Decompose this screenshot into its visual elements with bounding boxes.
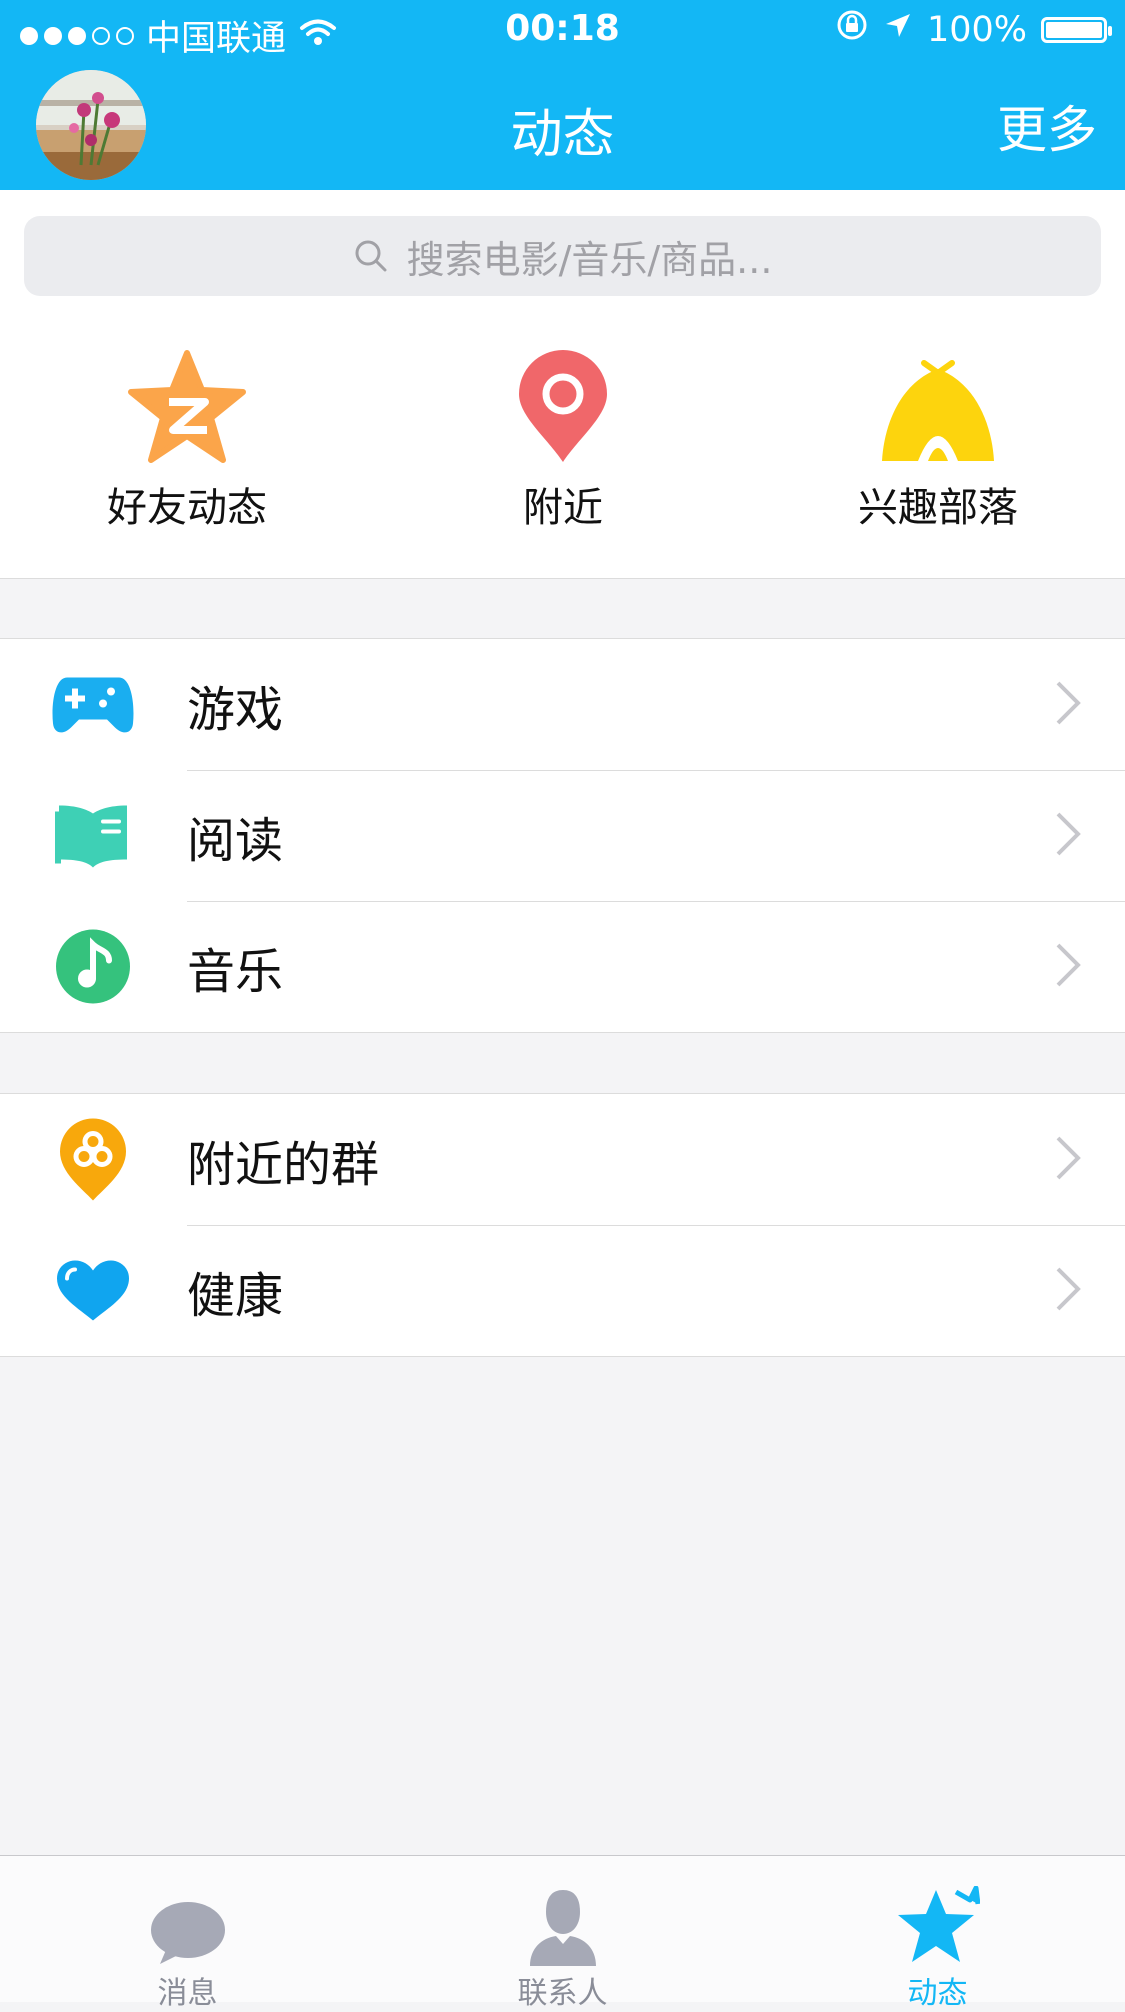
- chevron-right-icon: [1055, 680, 1081, 730]
- battery-percent: 100%: [926, 9, 1027, 50]
- list-item-label: 健康: [187, 1267, 284, 1324]
- tent-icon: [788, 340, 1088, 465]
- gamepad-icon: [50, 662, 135, 747]
- location-pin-icon: [413, 340, 713, 465]
- feature-friends-feed[interactable]: 好友动态: [37, 340, 337, 533]
- tab-feed[interactable]: 动态: [750, 1856, 1125, 2012]
- chevron-right-icon: [1055, 1266, 1081, 1316]
- music-note-icon: [50, 924, 135, 1009]
- list-item-label: 游戏: [187, 681, 284, 738]
- chevron-right-icon: [1055, 811, 1081, 861]
- star-icon: [750, 1856, 1125, 1966]
- header: 中国联通 00:18 100% 动态 更多: [0, 0, 1125, 190]
- search-bar[interactable]: 搜索电影/音乐/商品...: [24, 216, 1101, 296]
- feature-label: 附近: [523, 485, 603, 531]
- list-item-health[interactable]: 健康: [0, 1225, 1125, 1356]
- list-group-services: 附近的群 健康: [0, 1093, 1125, 1357]
- contact-person-icon: [375, 1856, 750, 1966]
- list-item-label: 音乐: [187, 943, 284, 1000]
- chevron-right-icon: [1055, 942, 1081, 992]
- feature-interest-tribe[interactable]: 兴趣部落: [788, 340, 1088, 533]
- tab-contacts[interactable]: 联系人: [375, 1856, 750, 2012]
- list-group-entertainment: 游戏 阅读 音乐: [0, 638, 1125, 1033]
- discover-top-section: 搜索电影/音乐/商品... 好友动态 附近 兴趣部落: [0, 190, 1125, 579]
- location-arrow-icon: [883, 10, 913, 50]
- feature-shortcuts: 好友动态 附近 兴趣部落: [0, 340, 1125, 540]
- feature-label: 好友动态: [107, 485, 267, 531]
- heart-icon: [50, 1248, 135, 1333]
- status-right: 100%: [835, 8, 1112, 51]
- list-item-label: 阅读: [187, 812, 284, 869]
- navigation-bar: 动态 更多: [0, 60, 1125, 190]
- qzone-star-icon: [37, 340, 337, 465]
- tab-label: 消息: [157, 1976, 218, 2011]
- list-item-music[interactable]: 音乐: [0, 901, 1125, 1032]
- search-placeholder: 搜索电影/音乐/商品...: [406, 237, 773, 282]
- more-button[interactable]: 更多: [997, 90, 1097, 162]
- book-icon: [50, 793, 135, 878]
- nearby-group-icon: [50, 1117, 135, 1202]
- list-item-games[interactable]: 游戏: [0, 639, 1125, 770]
- tab-bar: 消息 联系人 动态: [0, 1855, 1125, 2011]
- page: 中国联通 00:18 100% 动态 更多 搜索电影/音乐/商品... 好友动态…: [0, 0, 1125, 2011]
- battery-icon: [1041, 16, 1112, 43]
- list-item-nearby-groups[interactable]: 附近的群: [0, 1094, 1125, 1225]
- list-item-reading[interactable]: 阅读: [0, 770, 1125, 901]
- search-icon: [355, 240, 387, 272]
- rotation-lock-icon: [835, 8, 869, 51]
- chat-bubble-icon: [0, 1856, 375, 1966]
- tab-messages[interactable]: 消息: [0, 1856, 375, 2012]
- chevron-right-icon: [1055, 1135, 1081, 1185]
- feature-nearby[interactable]: 附近: [413, 340, 713, 533]
- feature-label: 兴趣部落: [858, 485, 1018, 531]
- tab-label: 动态: [907, 1976, 968, 2011]
- status-bar: 中国联通 00:18 100%: [0, 0, 1125, 60]
- tab-label: 联系人: [517, 1976, 608, 2011]
- page-title: 动态: [510, 105, 615, 165]
- list-item-label: 附近的群: [187, 1136, 380, 1193]
